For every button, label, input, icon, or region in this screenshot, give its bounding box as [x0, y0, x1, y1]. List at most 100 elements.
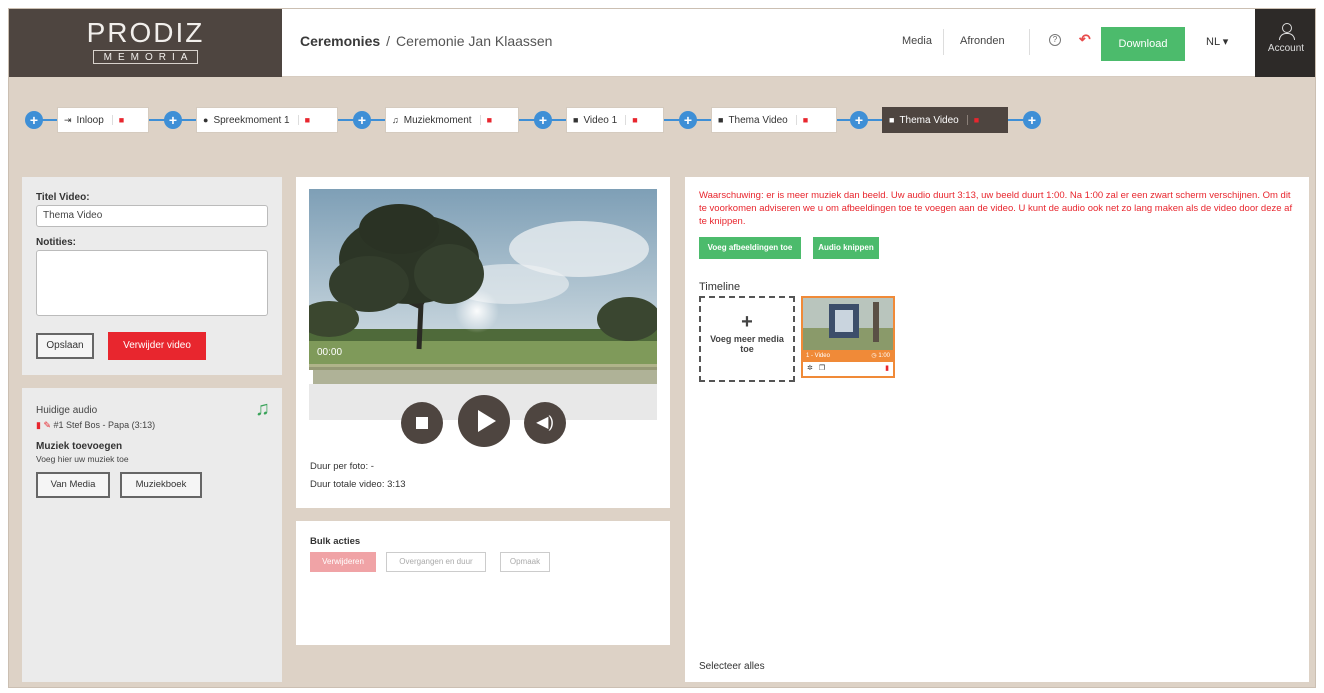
- account-label: Account: [1267, 43, 1305, 54]
- stop-button[interactable]: [401, 402, 443, 444]
- add-step-icon[interactable]: +: [850, 111, 868, 129]
- add-step-icon[interactable]: +: [679, 111, 697, 129]
- trash-icon[interactable]: ■: [111, 115, 124, 125]
- add-step-icon[interactable]: +: [1023, 111, 1041, 129]
- breadcrumb-separator: /: [386, 33, 391, 49]
- timeline-item-thumbnail: [803, 298, 893, 350]
- help-icon[interactable]: ?: [1049, 34, 1061, 46]
- timeline-item-duration-value: 1:00: [878, 353, 890, 359]
- play-button[interactable]: [458, 395, 510, 447]
- video-frame-image: [309, 189, 657, 384]
- logo-subtitle: MEMORIA: [92, 50, 199, 64]
- add-step-icon[interactable]: +: [353, 111, 371, 129]
- duration-per-photo: Duur per foto: -: [310, 461, 374, 472]
- timeline-item-label: 1 - Video: [806, 353, 830, 359]
- video-preview[interactable]: 00:00: [309, 189, 657, 384]
- volume-icon: ◀): [536, 414, 554, 431]
- top-header: PRODIZ MEMORIA Ceremonies / Ceremonie Jan …: [9, 9, 1315, 77]
- warning-message: Waarschuwing: er is meer muziek dan beel…: [699, 190, 1293, 227]
- timeline-item-controls: ✲ ❐ ▮: [803, 364, 893, 376]
- step-label: Muziekmoment: [403, 114, 472, 126]
- music-note-icon: ♫: [255, 398, 270, 420]
- duration-total: Duur totale video: 3:13: [310, 479, 406, 490]
- nav-finish[interactable]: Afronden: [960, 35, 1005, 47]
- divider: [1029, 29, 1030, 55]
- copy-icon[interactable]: ❐: [819, 365, 825, 372]
- plus-icon: +: [741, 311, 753, 333]
- account-button[interactable]: Account: [1255, 9, 1315, 77]
- add-step-icon[interactable]: +: [25, 111, 43, 129]
- volume-button[interactable]: ◀): [524, 402, 566, 444]
- undo-icon[interactable]: ↶: [1079, 31, 1091, 48]
- bulk-actions-panel: Bulk acties Verwijderen Overgangen en du…: [296, 521, 670, 645]
- music-icon: ♫: [392, 115, 399, 125]
- breadcrumb-current: Ceremonie Jan Klaassen: [396, 33, 553, 49]
- add-images-button[interactable]: Voeg afbeeldingen toe: [699, 237, 801, 259]
- step-label: Spreekmoment 1: [213, 114, 290, 126]
- title-label: Titel Video:: [36, 192, 90, 203]
- select-all-link[interactable]: Selecteer alles: [699, 661, 765, 672]
- step-label: Video 1: [583, 114, 618, 126]
- step-label: Thema Video: [728, 114, 788, 126]
- stop-icon: [416, 417, 428, 429]
- step-thema-video[interactable]: ■ Thema Video ■: [711, 107, 837, 133]
- video-icon: ■: [718, 115, 724, 125]
- title-input[interactable]: Thema Video: [36, 205, 268, 227]
- timeline-panel: Waarschuwing: er is meer muziek dan beel…: [685, 177, 1309, 682]
- notes-textarea[interactable]: [36, 250, 268, 316]
- divider: [943, 29, 944, 55]
- logo[interactable]: PRODIZ MEMORIA: [9, 9, 282, 77]
- add-media-tile[interactable]: + Voeg meer media toe: [699, 296, 795, 382]
- timeline-title: Timeline: [699, 281, 741, 293]
- bulk-title: Bulk acties: [310, 536, 361, 547]
- step-spreekmoment[interactable]: ● Spreekmoment 1 ■: [196, 107, 338, 133]
- trash-icon[interactable]: ■: [795, 115, 808, 125]
- add-media-label: Voeg meer media toe: [710, 334, 784, 354]
- trash-icon[interactable]: ■: [966, 115, 979, 125]
- music-book-button[interactable]: Muziekboek: [120, 472, 202, 498]
- current-audio-track: #1 Stef Bos - Papa (3:13): [53, 420, 156, 430]
- video-icon: ■: [573, 115, 579, 125]
- app-frame: PRODIZ MEMORIA Ceremonies / Ceremonie Jan …: [8, 8, 1316, 688]
- step-video-1[interactable]: ■ Video 1 ■: [566, 107, 664, 133]
- edit-icon[interactable]: ✎: [43, 420, 51, 430]
- from-media-button[interactable]: Van Media: [36, 472, 110, 498]
- trash-icon[interactable]: ▮: [36, 420, 41, 430]
- video-time: 00:00: [317, 347, 343, 358]
- add-music-title: Muziek toevoegen: [36, 441, 123, 452]
- trash-icon[interactable]: ■: [625, 115, 638, 125]
- sign-in-icon: ⇥: [64, 114, 72, 125]
- trash-icon[interactable]: ■: [479, 115, 492, 125]
- step-inloop[interactable]: ⇥ Inloop ■: [57, 107, 149, 133]
- video-form-panel: Titel Video: Thema Video Notities: Opsla…: [22, 177, 282, 375]
- video-progress-bar[interactable]: [309, 370, 657, 384]
- video-icon: ■: [889, 115, 895, 125]
- gear-icon[interactable]: ✲: [807, 365, 813, 372]
- trash-icon[interactable]: ■: [297, 115, 310, 125]
- add-step-icon[interactable]: +: [534, 111, 552, 129]
- save-button[interactable]: Opslaan: [36, 333, 94, 359]
- layout-button[interactable]: Opmaak: [500, 552, 550, 572]
- breadcrumb-root[interactable]: Ceremonies: [300, 33, 380, 49]
- breadcrumb: Ceremonies / Ceremonie Jan Klaassen: [300, 33, 552, 49]
- current-audio-label: Huidige audio: [36, 405, 98, 416]
- trash-icon[interactable]: ▮: [885, 364, 889, 372]
- player-panel: 00:00 ◀) Duur per foto: - Duur totale vi…: [296, 177, 670, 508]
- timeline-item[interactable]: 1 - Video ◷ 1:00 ✲ ❐ ▮: [801, 296, 895, 378]
- video-progress-handle[interactable]: [309, 370, 313, 384]
- add-step-icon[interactable]: +: [164, 111, 182, 129]
- step-muziekmoment[interactable]: ♫ Muziekmoment ■: [385, 107, 519, 133]
- nav-media[interactable]: Media: [902, 35, 932, 47]
- step-thema-video-active[interactable]: ■ Thema Video ■: [882, 107, 1008, 133]
- user-icon: ●: [203, 115, 209, 125]
- timeline-item-bar: 1 - Video ◷ 1:00: [803, 350, 893, 362]
- current-audio-row: ▮ ✎ #1 Stef Bos - Papa (3:13): [36, 420, 155, 431]
- bulk-delete-button[interactable]: Verwijderen: [310, 552, 376, 572]
- transitions-button[interactable]: Overgangen en duur: [386, 552, 486, 572]
- step-label: Inloop: [76, 114, 104, 126]
- delete-video-button[interactable]: Verwijder video: [108, 332, 206, 360]
- audio-panel: Huidige audio ♫ ▮ ✎ #1 Stef Bos - Papa (…: [22, 388, 282, 682]
- cut-audio-button[interactable]: Audio knippen: [813, 237, 879, 259]
- download-button[interactable]: Download: [1101, 27, 1185, 61]
- language-select[interactable]: NL ▾: [1206, 35, 1228, 48]
